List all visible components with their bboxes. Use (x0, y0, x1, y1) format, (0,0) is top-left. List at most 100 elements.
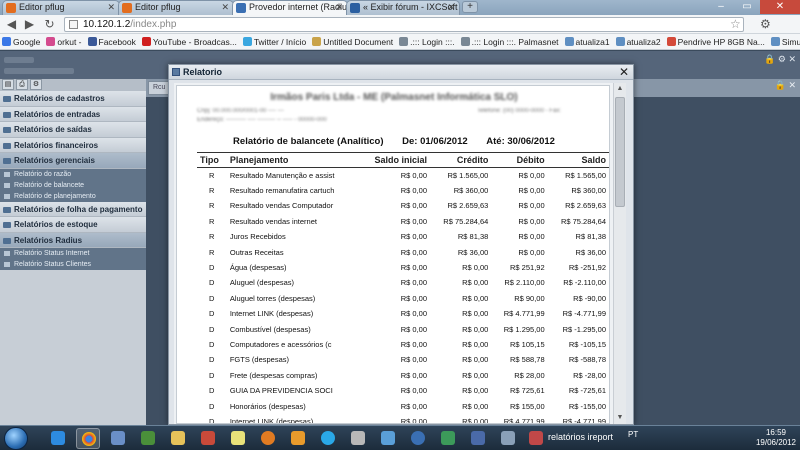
sidebar-tab-gear-icon[interactable]: ⚙ (30, 79, 42, 90)
new-tab-button[interactable]: + (462, 1, 478, 13)
table-cell: R$ 0,00 (400, 370, 428, 380)
bookmark-favicon-icon (312, 37, 322, 46)
browser-tab-label: « Exibir fórum - IXCSoft Pro (363, 2, 459, 12)
browser-tab-active[interactable]: Provedor internet (Radius) ✕ (232, 0, 348, 15)
notes-icon[interactable] (226, 428, 250, 449)
sidebar-tab-print-icon[interactable]: ⎙ (16, 79, 28, 90)
sidebar-subitem-razao[interactable]: Relatório do razão (0, 168, 146, 180)
dreamweaver-icon[interactable] (136, 428, 160, 449)
bookmark-star-icon[interactable]: ☆ (730, 15, 741, 34)
messenger-icon[interactable] (376, 428, 400, 449)
sidebar-item-saidas[interactable]: Relatórios de saídas (0, 122, 146, 138)
internet-explorer-icon[interactable] (46, 428, 70, 449)
bookmark-favicon-icon (460, 37, 470, 46)
sidebar-item-folha-pagamento[interactable]: Relatórios de folha de pagamento (0, 201, 146, 217)
forward-arrow-icon[interactable]: ▶ (22, 17, 37, 32)
sidebar-item-radius[interactable]: Relatórios Radius (0, 232, 146, 248)
browser-toolbar: ◀ ▶ ↻ 10.120.1.2/index.php (0, 15, 800, 34)
sidebar-subitem-status-clientes[interactable]: Relatório Status Clientes (0, 259, 146, 270)
globe-icon[interactable] (406, 428, 430, 449)
scroll-up-icon[interactable]: ▲ (614, 83, 626, 95)
wrench-menu-icon[interactable]: ⚙ (760, 15, 771, 34)
table-cell: Aluguel torres (despesas) (229, 293, 316, 303)
close-tab-icon[interactable]: ✕ (335, 1, 343, 14)
close-window-icon[interactable]: ✕ (760, 0, 800, 14)
close-tab-icon[interactable]: ✕ (447, 1, 455, 14)
table-cell: D (209, 263, 215, 273)
bookmark-item[interactable]: orkut - (46, 37, 82, 47)
maximize-icon[interactable]: ▭ (734, 0, 760, 14)
table-cell: Internet LINK (despesas) (229, 416, 314, 424)
scrollbar-thumb[interactable] (615, 97, 625, 207)
pane-tools-icon[interactable]: 🔒 ✕ (775, 80, 796, 91)
bookmark-item[interactable]: Simulação BM&FB... (770, 37, 800, 47)
bookmark-label: Twitter / Início (253, 36, 307, 47)
bookmark-item[interactable]: .::: Login :::. (399, 37, 455, 47)
bookmark-item[interactable]: .::: Login :::. Palmasnet (460, 37, 559, 47)
corel-icon[interactable] (436, 428, 460, 449)
folder-icon[interactable] (166, 428, 190, 449)
bookmark-item[interactable]: Untitled Document (312, 37, 393, 47)
bookmark-item[interactable]: Twitter / Início (242, 36, 307, 47)
bookmark-item[interactable]: atualiza1 (564, 37, 610, 47)
browser-tab[interactable]: Editor pflug ✕ (2, 0, 120, 15)
virtualbox-icon[interactable] (466, 428, 490, 449)
firefox-icon[interactable] (256, 428, 280, 449)
bookmark-item[interactable]: YouTube - Broadcas... (141, 37, 237, 47)
table-cell: R$ 0,00 (462, 416, 489, 424)
back-arrow-icon[interactable]: ◀ (4, 17, 19, 32)
table-cell: Resultado vendas Computador (229, 201, 334, 211)
sidebar-item-gerenciais[interactable]: Relatórios gerenciais (0, 153, 146, 169)
table-cell: R$ -251,92 (568, 263, 606, 273)
network-app-icon[interactable] (106, 428, 130, 449)
table-cell: D (209, 401, 215, 411)
close-tab-icon[interactable]: ✕ (221, 1, 229, 14)
start-button[interactable] (4, 427, 28, 450)
skype-icon[interactable] (316, 428, 340, 449)
sidebar-subitem-planejamento[interactable]: Relatório de planejamento (0, 190, 146, 202)
sidebar-item-entradas[interactable]: Relatórios de entradas (0, 106, 146, 122)
taskbar-active-label[interactable]: relatórios ireport (548, 432, 613, 442)
sidebar-item-estoque[interactable]: Relatórios de estoque (0, 217, 146, 233)
sidebar-tab-folder-icon[interactable]: ▤ (2, 79, 14, 90)
tools-icon[interactable] (346, 428, 370, 449)
table-cell: R (209, 232, 215, 242)
reload-icon[interactable]: ↻ (42, 17, 57, 32)
sidebar-item-cadastros[interactable]: Relatórios de cadastros (0, 91, 146, 107)
close-icon[interactable]: ✕ (619, 65, 629, 80)
ireport-icon[interactable] (524, 428, 548, 449)
bookmark-favicon-icon (87, 37, 97, 46)
table-cell: Frete (despesas compras) (229, 370, 318, 380)
language-indicator[interactable]: PT (628, 430, 638, 439)
scroll-down-icon[interactable]: ▼ (614, 412, 626, 424)
sidebar-item-financeiros[interactable]: Relatórios financeiros (0, 137, 146, 153)
table-cell: R$ 0,00 (400, 293, 428, 303)
column-header-credito: Crédito (430, 152, 492, 168)
media-player-icon[interactable] (286, 428, 310, 449)
sidebar-subitem-balancete[interactable]: Relatório de balancete (0, 179, 146, 191)
sidebar-subitem-status-internet[interactable]: Relatório Status Internet (0, 248, 146, 259)
address-bar[interactable]: 10.120.1.2/index.php (64, 17, 744, 32)
table-cell: R$ 155,00 (510, 401, 545, 411)
bookmark-item[interactable]: Pendrive HP 8GB Na... (666, 37, 765, 47)
page-icon (69, 20, 78, 29)
close-tab-icon[interactable]: ✕ (107, 1, 115, 14)
browser-tab[interactable]: « Exibir fórum - IXCSoft Pro ✕ (346, 0, 460, 15)
page-favicon-icon (6, 3, 16, 13)
chrome-icon[interactable] (76, 428, 100, 449)
table-cell: R$ 0,00 (400, 170, 428, 180)
header-tools-icon[interactable]: 🔒 ⚙ ✕ (764, 54, 796, 65)
bookmark-item[interactable]: Facebook (87, 37, 136, 47)
browser-tab[interactable]: Editor pflug ✕ (118, 0, 234, 15)
bookmark-item[interactable]: atualiza2 (615, 37, 661, 47)
table-cell: R$ 0,00 (400, 263, 428, 273)
table-row: R Resultado vendas internet R$ 0,00 R$ 75.2… (197, 214, 609, 229)
table-cell: R$ 0,00 (400, 201, 428, 211)
settings-app-icon[interactable] (496, 428, 520, 449)
vertical-scrollbar[interactable]: ▲ ▼ (613, 83, 626, 424)
table-cell: D (209, 324, 215, 334)
bookmark-item[interactable]: Google (2, 37, 40, 47)
minimize-icon[interactable]: – (708, 0, 734, 14)
system-clock[interactable]: 16:59 19/06/2012 (754, 428, 798, 448)
filezilla-icon[interactable] (196, 428, 220, 449)
